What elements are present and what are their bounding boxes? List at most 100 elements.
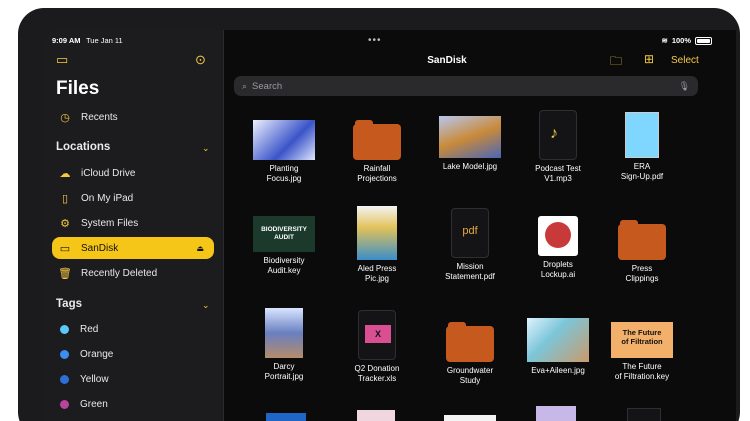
- file-item[interactable]: Lake Model.jpg: [430, 116, 510, 172]
- file-item[interactable]: Press Clippings: [602, 216, 682, 284]
- cloud-icon: ☁: [59, 167, 71, 180]
- file-item[interactable]: Groundwater Study: [430, 318, 510, 386]
- microphone-icon[interactable]: 🎙: [679, 81, 690, 92]
- sidebar-item-icloud-drive[interactable]: ☁ iCloud Drive: [52, 162, 214, 184]
- battery-percent: 100%: [671, 36, 691, 45]
- file-item[interactable]: X Q2 Donation Tracker.xls: [337, 310, 417, 384]
- file-thumbnail-partial[interactable]: [627, 408, 661, 421]
- locations-header[interactable]: Locations: [56, 141, 110, 153]
- file-item[interactable]: pdf Mission Statement.pdf: [430, 208, 510, 282]
- tag-dot-icon: [60, 374, 69, 384]
- search-input[interactable]: Search: [252, 81, 282, 92]
- keynote-thumbnail: The Future of Filtration: [611, 322, 673, 358]
- file-item[interactable]: Rainfall Projections: [337, 116, 417, 184]
- sidebar-tag-yellow[interactable]: Yellow: [52, 368, 214, 390]
- folder-icon: [353, 120, 401, 160]
- file-name: Mission Statement.pdf: [445, 262, 495, 281]
- file-item[interactable]: Aled Press Pic.jpg: [337, 206, 417, 284]
- grid-view-icon[interactable]: ⊞: [644, 52, 654, 66]
- file-name: Biodiversity Audit.key: [263, 256, 305, 275]
- sidebar-toggle-icon[interactable]: ▭: [56, 52, 68, 68]
- pdf-label: pdf: [462, 225, 478, 237]
- sidebar-item-label: Orange: [80, 348, 114, 360]
- sidebar-item-label: SanDisk: [81, 242, 119, 254]
- tags-header[interactable]: Tags: [56, 298, 82, 310]
- sidebar-tag-orange[interactable]: Orange: [52, 343, 214, 365]
- file-thumbnail-partial[interactable]: [536, 406, 576, 421]
- waveform-icon: ♪: [550, 125, 558, 142]
- xls-icon: X: [365, 325, 391, 343]
- sidebar-item-label: Green: [80, 398, 108, 410]
- image-thumbnail: [357, 206, 397, 260]
- file-name: Press Clippings: [625, 264, 659, 283]
- file-item[interactable]: ERA Sign-Up.pdf: [602, 112, 682, 182]
- sidebar-item-label: iCloud Drive: [81, 167, 136, 179]
- drive-icon: ▭: [59, 242, 71, 255]
- sidebar-tag-green[interactable]: Green: [52, 393, 214, 415]
- tag-dot-icon: [60, 399, 69, 409]
- clock-icon: ◷: [60, 111, 70, 124]
- file-thumbnail-partial[interactable]: [357, 410, 395, 421]
- file-item[interactable]: Eva+Aileen.jpg: [518, 318, 598, 376]
- sidebar-item-sandisk[interactable]: ▭ SanDisk ⏏: [52, 237, 214, 259]
- pdf-file-icon: pdf: [451, 208, 489, 258]
- folder-icon: [618, 220, 666, 260]
- search-icon: ⌕: [242, 80, 248, 91]
- chevron-down-icon[interactable]: ⌄: [202, 143, 210, 154]
- file-item[interactable]: The Future of Filtration The Future of F…: [602, 322, 682, 382]
- status-time: 9:09 AM: [52, 36, 81, 45]
- pdf-thumbnail: [625, 112, 659, 158]
- xls-file-icon: X: [358, 310, 396, 360]
- sidebar-item-label: Yellow: [80, 373, 109, 385]
- image-thumbnail: [265, 308, 303, 358]
- new-folder-icon[interactable]: 🗀: [610, 52, 622, 73]
- status-date: Tue Jan 11: [86, 36, 123, 45]
- file-item[interactable]: Droplets Lockup.ai: [518, 216, 598, 280]
- more-options-icon[interactable]: ⊙: [195, 52, 206, 68]
- status-right: ≋ 100%: [662, 36, 712, 45]
- ai-thumbnail: [538, 216, 578, 256]
- sidebar-item-system-files[interactable]: ⚙ System Files: [52, 212, 214, 234]
- trash-icon: 🗑: [58, 267, 72, 280]
- file-name: Lake Model.jpg: [442, 162, 498, 171]
- sidebar-item-label: System Files: [81, 217, 139, 229]
- folder-icon: [446, 322, 494, 362]
- chevron-down-icon[interactable]: ⌄: [202, 300, 210, 311]
- wifi-icon: ≋: [661, 36, 668, 45]
- droplet-logo-icon: [545, 222, 571, 248]
- audio-file-icon: ♪: [539, 110, 577, 160]
- search-bar[interactable]: ⌕ Search 🎙: [234, 76, 698, 96]
- file-name: Groundwater Study: [446, 366, 494, 385]
- sidebar: 9:09 AM Tue Jan 11 ▭ ⊙ Files ◷ Recents L…: [44, 30, 224, 421]
- file-thumbnail-partial[interactable]: [266, 413, 306, 421]
- file-item[interactable]: ♪ Podcast Test V1.mp3: [518, 110, 598, 184]
- multitasking-dots-icon[interactable]: •••: [368, 35, 382, 46]
- battery-icon: [695, 36, 712, 45]
- image-thumbnail: [253, 120, 315, 160]
- sidebar-item-label: Red: [80, 323, 99, 335]
- sidebar-item-label: On My iPad: [81, 192, 134, 204]
- sidebar-item-on-my-ipad[interactable]: ▯ On My iPad: [52, 187, 214, 209]
- folder-title: SanDisk: [427, 55, 467, 66]
- file-name: Aled Press Pic.jpg: [357, 264, 397, 283]
- sidebar-item-recents[interactable]: ◷ Recents: [52, 106, 214, 128]
- sidebar-item-recently-deleted[interactable]: 🗑 Recently Deleted: [52, 262, 214, 284]
- file-item[interactable]: Planting Focus.jpg: [244, 116, 324, 184]
- file-name: Rainfall Projections: [357, 164, 397, 183]
- gear-icon: ⚙: [60, 217, 70, 230]
- sidebar-item-label: Recently Deleted: [81, 267, 158, 279]
- file-thumbnail-partial[interactable]: [444, 415, 496, 421]
- eject-icon[interactable]: ⏏: [196, 244, 204, 253]
- page-title: Files: [56, 78, 100, 99]
- select-button[interactable]: Select: [671, 55, 699, 66]
- file-name: Darcy Portrait.jpg: [264, 362, 304, 381]
- file-name: Planting Focus.jpg: [266, 164, 302, 183]
- file-name: Droplets Lockup.ai: [540, 260, 576, 279]
- tag-dot-icon: [60, 349, 69, 359]
- file-name: The Future of Filtration.key: [614, 362, 670, 381]
- ipad-icon: ▯: [61, 192, 69, 205]
- file-item[interactable]: BIODIVERSITY AUDIT Biodiversity Audit.ke…: [244, 216, 324, 276]
- sidebar-tag-red[interactable]: Red: [52, 318, 214, 340]
- file-item[interactable]: Darcy Portrait.jpg: [244, 308, 324, 382]
- file-name: Podcast Test V1.mp3: [535, 164, 581, 183]
